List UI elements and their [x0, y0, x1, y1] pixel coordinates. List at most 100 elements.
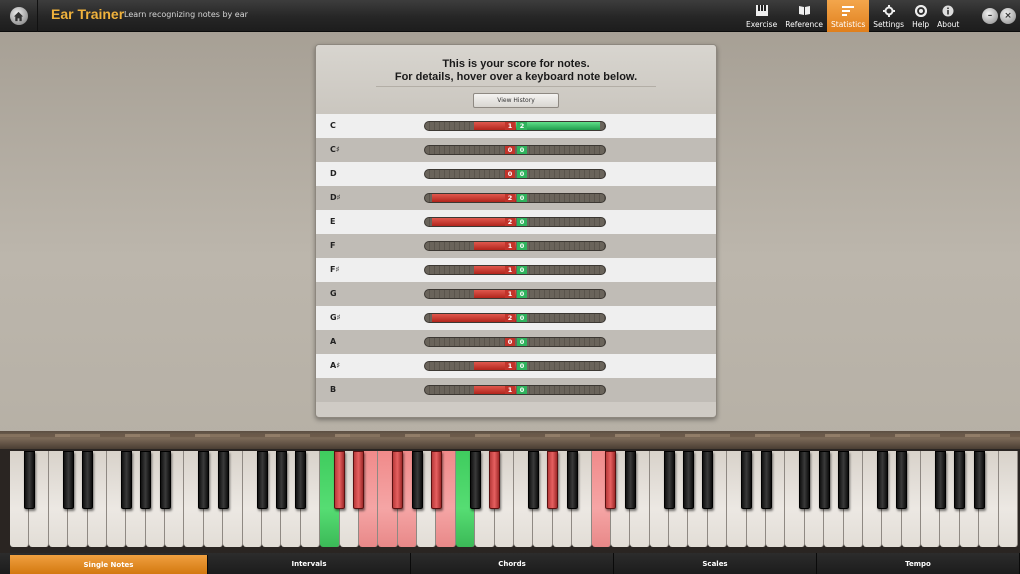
black-key[interactable] — [489, 451, 501, 509]
black-key[interactable] — [547, 451, 559, 509]
wrong-count: 2 — [505, 218, 515, 226]
black-key[interactable] — [954, 451, 966, 509]
right-count: 0 — [517, 218, 527, 226]
white-key[interactable] — [998, 451, 1018, 547]
black-key[interactable] — [159, 451, 171, 509]
nav-reference[interactable]: Reference — [781, 0, 827, 32]
black-key[interactable] — [702, 451, 714, 509]
note-label: F♯ — [330, 265, 340, 274]
tab-single-notes[interactable]: Single Notes — [10, 555, 208, 574]
right-count: 2 — [517, 122, 527, 130]
exercise-tabs: Single Notes Intervals Chords Scales Tem… — [0, 553, 1020, 574]
tab-scales[interactable]: Scales — [614, 553, 817, 574]
minimize-button[interactable]: – — [982, 8, 998, 24]
black-key[interactable] — [275, 451, 287, 509]
close-button[interactable]: × — [1000, 8, 1016, 24]
reference-icon — [797, 4, 811, 17]
black-key[interactable] — [217, 451, 229, 509]
black-key[interactable] — [624, 451, 636, 509]
black-key[interactable] — [760, 451, 772, 509]
right-count: 0 — [517, 194, 527, 202]
black-key[interactable] — [198, 451, 210, 509]
black-key[interactable] — [818, 451, 830, 509]
black-key[interactable] — [527, 451, 539, 509]
home-button[interactable] — [0, 0, 38, 32]
panel-header: This is your score for notes. For detail… — [316, 45, 716, 114]
view-history-button[interactable]: View History — [473, 93, 559, 108]
black-key[interactable] — [62, 451, 74, 509]
black-key[interactable] — [896, 451, 908, 509]
nav-statistics[interactable]: Statistics — [827, 0, 870, 32]
statistics-icon — [841, 4, 855, 17]
score-panel: This is your score for notes. For detail… — [315, 44, 717, 418]
wrong-count: 1 — [505, 362, 515, 370]
black-key[interactable] — [353, 451, 365, 509]
right-count: 0 — [517, 242, 527, 250]
minimize-icon: – — [987, 11, 993, 21]
black-key[interactable] — [838, 451, 850, 509]
score-row: B 10 — [316, 378, 716, 402]
about-icon — [941, 4, 955, 17]
black-key[interactable] — [934, 451, 946, 509]
settings-icon — [882, 4, 896, 17]
black-key[interactable] — [973, 451, 985, 509]
score-bar: 20 — [424, 313, 606, 323]
nav-exercise[interactable]: Exercise — [742, 0, 781, 32]
black-key[interactable] — [469, 451, 481, 509]
app-title: Ear Trainer — [51, 6, 125, 22]
nav-settings[interactable]: Settings — [869, 0, 908, 32]
black-key[interactable] — [82, 451, 94, 509]
nav-label: About — [937, 20, 960, 29]
panel-title-line-1: This is your score for notes. — [442, 58, 590, 70]
score-row: A♯ 1 0 — [316, 354, 716, 378]
black-key[interactable] — [256, 451, 268, 509]
nav-label: Reference — [785, 20, 823, 29]
black-key[interactable] — [140, 451, 152, 509]
tab-tempo[interactable]: Tempo — [817, 553, 1020, 574]
right-count: 0 — [517, 386, 527, 394]
score-bar: 00 — [424, 337, 606, 347]
black-key[interactable] — [663, 451, 675, 509]
right-count: 0 — [517, 146, 527, 154]
score-row: G 10 — [316, 282, 716, 306]
black-key[interactable] — [23, 451, 35, 509]
panel-divider — [376, 86, 656, 87]
wrong-bar — [432, 218, 516, 226]
nav-help[interactable]: Help — [908, 0, 933, 32]
note-label: C — [330, 121, 336, 130]
wrong-count: 1 — [505, 122, 515, 130]
wrong-count: 2 — [505, 314, 515, 322]
wrong-count: 2 — [505, 194, 515, 202]
black-key[interactable] — [566, 451, 578, 509]
black-key[interactable] — [295, 451, 307, 509]
tab-chords[interactable]: Chords — [411, 553, 614, 574]
score-bar: 10 — [424, 289, 606, 299]
black-key[interactable] — [411, 451, 423, 509]
note-label: E — [330, 217, 336, 226]
black-key[interactable] — [430, 451, 442, 509]
black-key[interactable] — [605, 451, 617, 509]
score-row: G♯ 2 0 — [316, 306, 716, 330]
wrong-bar — [432, 314, 516, 322]
right-count: 0 — [517, 338, 527, 346]
black-key[interactable] — [120, 451, 132, 509]
black-key[interactable] — [876, 451, 888, 509]
nav-label: Statistics — [831, 20, 866, 29]
black-key[interactable] — [799, 451, 811, 509]
score-row: E 20 — [316, 210, 716, 234]
right-count: 0 — [517, 170, 527, 178]
wrong-count: 0 — [505, 146, 515, 154]
black-key[interactable] — [741, 451, 753, 509]
nav-label: Exercise — [746, 20, 778, 29]
tab-intervals[interactable]: Intervals — [208, 553, 411, 574]
window-controls: – × — [982, 8, 1016, 24]
nav-label: Settings — [873, 20, 905, 29]
black-key[interactable] — [682, 451, 694, 509]
nav-about[interactable]: About — [933, 0, 963, 32]
black-key[interactable] — [392, 451, 404, 509]
note-label: A — [330, 337, 337, 346]
panel-title: This is your score for notes. For detail… — [316, 45, 716, 84]
score-bar: 10 — [424, 385, 606, 395]
score-row: D♯ 2 0 — [316, 186, 716, 210]
black-key[interactable] — [334, 451, 346, 509]
